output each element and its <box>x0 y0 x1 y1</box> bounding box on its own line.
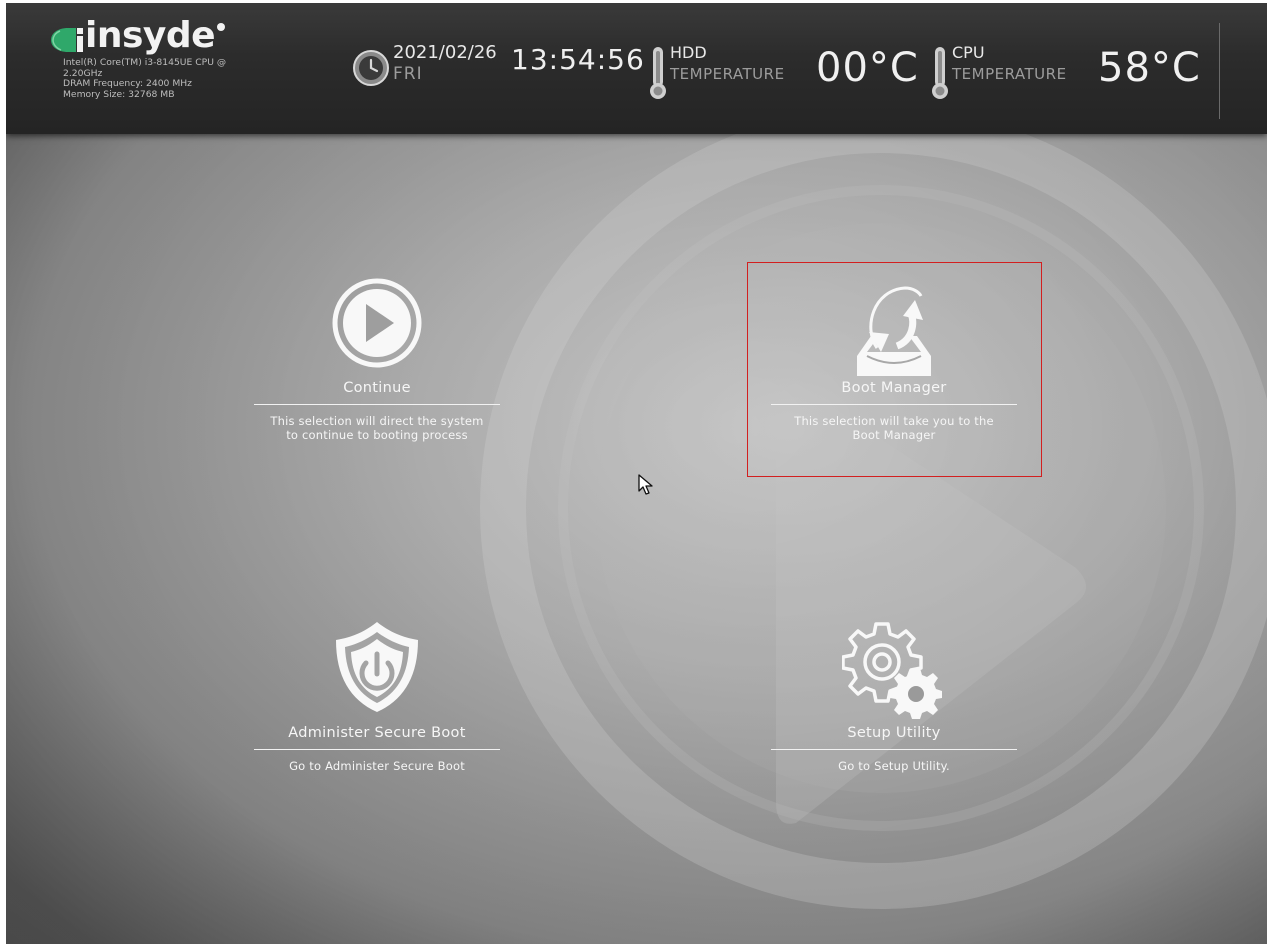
description-line: to continue to booting process <box>286 428 468 442</box>
time-text: 13:54:56 <box>511 43 645 76</box>
logo-text: insyde <box>85 15 216 56</box>
menu-item-setup-utility-title: Setup Utility <box>771 723 1017 750</box>
hdd-temperature-label: HDD TEMPERATURE <box>649 43 785 101</box>
header-divider <box>1219 23 1220 119</box>
cpu-temperature-value: 58°C <box>1098 45 1201 91</box>
menu-item-continue-description: This selection will direct the system to… <box>254 414 500 442</box>
gears-icon <box>842 622 942 719</box>
selection-highlight <box>747 262 1042 477</box>
clock-icon <box>353 50 389 86</box>
registered-mark <box>217 23 226 31</box>
date-display: 2021/02/26 FRI <box>352 43 497 87</box>
menu-item-continue-title: Continue <box>254 378 500 405</box>
menu-item-setup-utility[interactable]: Setup Utility Go to Setup Utility. <box>771 620 1017 773</box>
menu-item-continue[interactable]: Continue This selection will direct the … <box>254 278 500 442</box>
hdd-temperature-value: 00°C <box>816 45 919 91</box>
bios-screen: insyde Intel(R) Core(TM) i3-8145UE CPU @… <box>6 3 1267 944</box>
bios-header: insyde Intel(R) Core(TM) i3-8145UE CPU @… <box>6 3 1267 134</box>
background-play-watermark <box>6 3 1267 944</box>
date-text: 2021/02/26 <box>393 42 497 63</box>
cpu-label: CPU <box>952 43 985 62</box>
memory-size-line: Memory Size: 32768 MB <box>63 88 175 100</box>
play-circle-icon <box>332 278 422 368</box>
thermometer-icon <box>932 47 948 99</box>
description-line: This selection will direct the system <box>270 414 484 428</box>
menu-item-administer-secure-boot-description: Go to Administer Secure Boot <box>254 759 500 773</box>
hdd-temperature-caption: TEMPERATURE <box>670 65 785 83</box>
hdd-label: HDD <box>670 43 707 62</box>
shield-power-icon <box>336 622 418 712</box>
menu-item-administer-secure-boot[interactable]: Administer Secure Boot Go to Administer … <box>254 620 500 773</box>
description-line: Go to Setup Utility. <box>838 759 950 773</box>
mouse-cursor-icon <box>638 474 653 495</box>
insyde-logo: insyde <box>50 15 226 59</box>
thermometer-icon <box>650 47 666 99</box>
cpu-model-line: Intel(R) Core(TM) i3-8145UE CPU @ <box>63 57 227 68</box>
description-line: Go to Administer Secure Boot <box>289 759 465 773</box>
insyde-logo-mark-icon <box>51 28 83 52</box>
day-text: FRI <box>393 64 423 84</box>
menu-item-administer-secure-boot-title: Administer Secure Boot <box>254 723 500 750</box>
menu-item-setup-utility-description: Go to Setup Utility. <box>771 759 1017 773</box>
cpu-temperature-caption: TEMPERATURE <box>952 65 1067 83</box>
system-info: Intel(R) Core(TM) i3-8145UE CPU @ 2.20GH… <box>63 57 273 100</box>
cpu-temperature-label: CPU TEMPERATURE <box>931 43 1067 101</box>
